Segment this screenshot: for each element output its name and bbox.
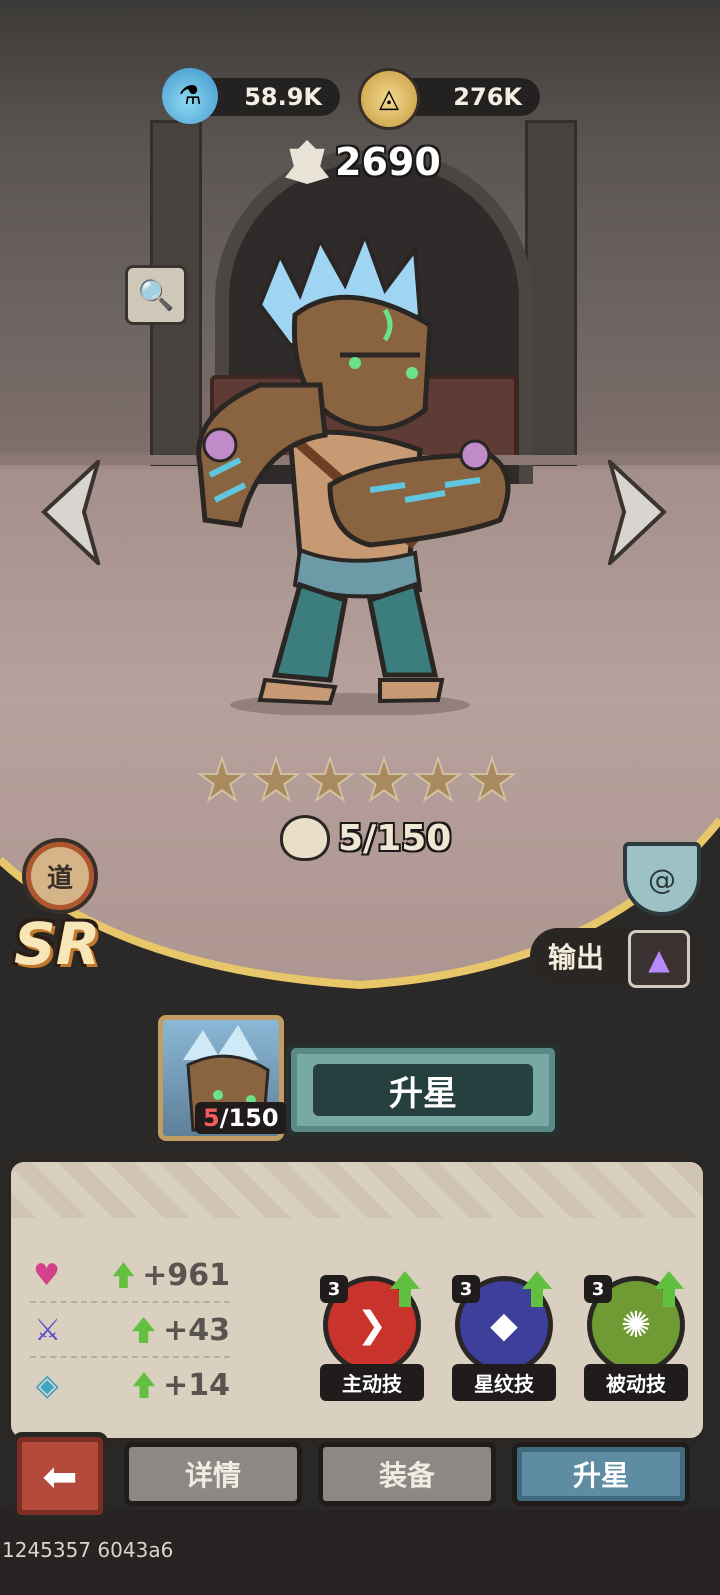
increase-arrow-icon [132, 1372, 156, 1398]
prev-hero-arrow[interactable] [40, 460, 100, 565]
skill-level: 3 [320, 1275, 348, 1303]
blue-potion-icon: ⚗ [162, 68, 218, 124]
faction-badge-text: 道 [46, 863, 73, 894]
stat-row-attack: ⚔ +43 [30, 1310, 230, 1358]
upgrade-star-label: 升星 [389, 1073, 457, 1114]
active-skill-icon: 3 ❯ [320, 1271, 421, 1374]
build-id: 1245357 6043a6 [2, 1538, 174, 1562]
star-rune-skill-icon: 3 ◆ [452, 1271, 553, 1374]
skill-label: 主动技 [320, 1364, 424, 1401]
portrait-shard-count: 5 /150 [195, 1102, 287, 1134]
skill-upgrade-arrow-icon [522, 1271, 552, 1307]
stat-value: +961 [142, 1257, 231, 1293]
skill-label: 星纹技 [452, 1364, 556, 1401]
passive-skill-icon: 3 ✺ [584, 1271, 685, 1374]
back-button[interactable]: ⬅ [12, 1432, 108, 1520]
stat-value: +14 [163, 1367, 230, 1403]
rarity-badge: SR [14, 910, 101, 978]
stat-value: +43 [163, 1312, 230, 1348]
potion-value: 58.9K [244, 83, 322, 111]
increase-arrow-icon [112, 1262, 135, 1288]
hero-character[interactable] [180, 235, 520, 715]
power-rating: 2690 [285, 140, 441, 184]
upgrade-star-button[interactable]: 升星 [286, 1043, 560, 1137]
tab-label: 详情 [184, 1459, 241, 1492]
increase-arrow-icon [132, 1317, 156, 1343]
magnifier-icon: 🔍 [137, 277, 175, 313]
skill-level: 3 [584, 1275, 612, 1303]
shard-current: 5 [203, 1104, 220, 1132]
gold-coin-icon: ◬ [358, 68, 420, 130]
power-crest-icon [285, 140, 329, 184]
health-heart-icon: ♥ [33, 1257, 60, 1293]
back-arrow-icon: ⬅ [42, 1451, 78, 1501]
role-label: 输出 [548, 941, 605, 974]
defense-shield-icon: ◈ [35, 1367, 59, 1403]
faction-badge[interactable]: 道 [22, 838, 98, 914]
attack-sword-icon: ⚔ [34, 1312, 62, 1348]
skill-upgrade-arrow-icon [654, 1271, 684, 1307]
skill-active[interactable]: 3 ❯ 主动技 [320, 1271, 424, 1401]
scene-divider-curve [0, 817, 720, 1020]
tab-upgrade-star[interactable]: 升星 [512, 1442, 690, 1506]
stat-row-defense: ◈ +14 [30, 1365, 230, 1411]
skill-passive[interactable]: 3 ✺ 被动技 [584, 1271, 688, 1401]
tab-label: 装备 [378, 1459, 435, 1492]
view-model-button[interactable]: 🔍 [125, 265, 187, 325]
skill-upgrade-arrow-icon [390, 1271, 420, 1307]
tab-equipment[interactable]: 装备 [318, 1442, 496, 1506]
chevron-left-icon [41, 460, 100, 565]
power-value: 2690 [335, 140, 441, 184]
role-tag[interactable]: 输出 ▲ [530, 928, 690, 988]
coin-value: 276K [453, 83, 522, 111]
skill-level: 3 [452, 1275, 480, 1303]
output-role-icon: ▲ [628, 930, 690, 988]
tab-label: 升星 [572, 1459, 629, 1492]
stat-row-health: ♥ +961 [30, 1255, 230, 1303]
tab-details[interactable]: 详情 [124, 1442, 302, 1506]
skill-star-rune[interactable]: 3 ◆ 星纹技 [452, 1271, 556, 1401]
next-hero-arrow[interactable] [608, 460, 668, 565]
shard-total: /150 [219, 1104, 279, 1132]
panel-decor-band [11, 1162, 703, 1218]
skill-label: 被动技 [584, 1364, 688, 1401]
chevron-right-icon [608, 460, 667, 565]
